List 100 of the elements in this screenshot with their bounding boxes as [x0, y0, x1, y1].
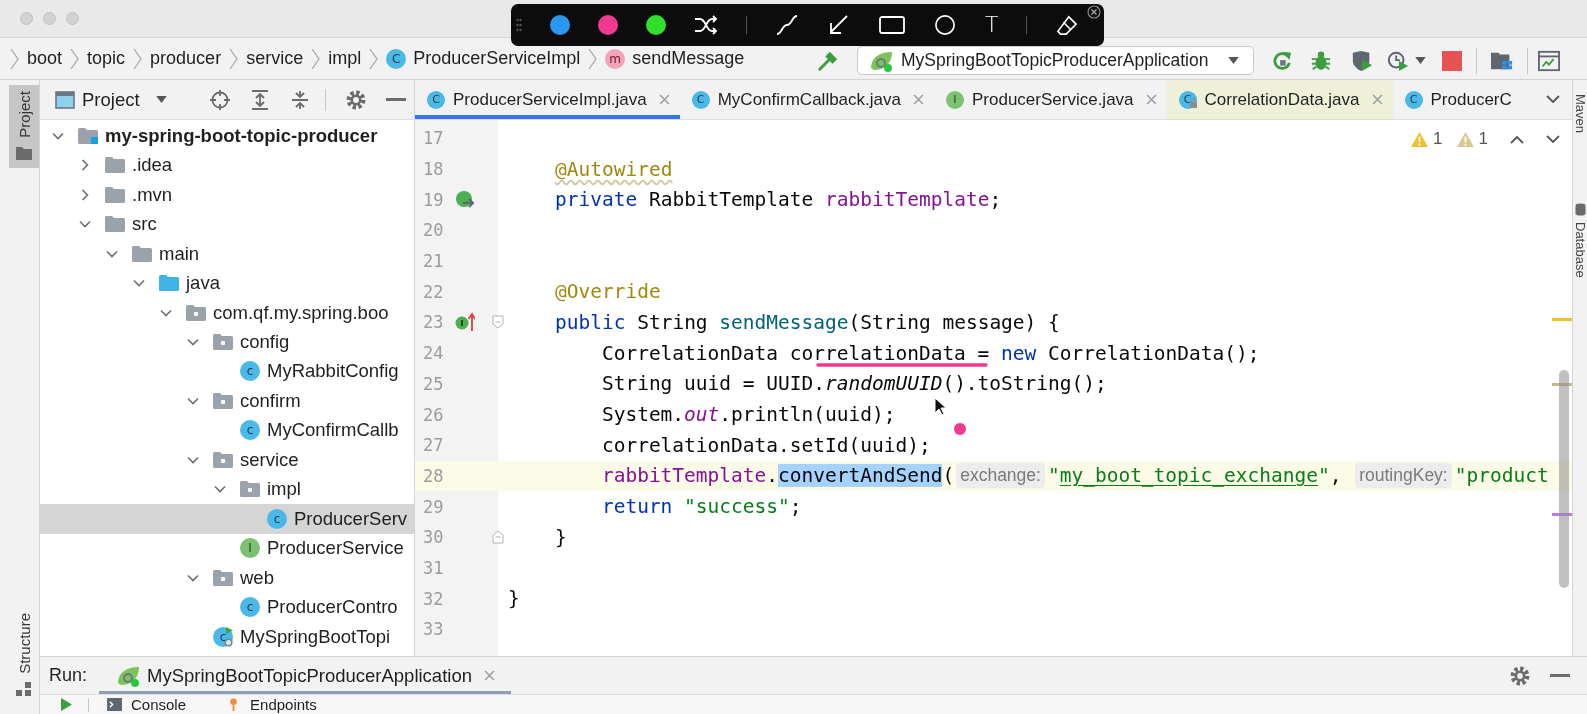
coverage-shield-icon[interactable] — [1351, 49, 1373, 72]
tool-window-tab[interactable]: Maven — [1573, 94, 1587, 134]
editor-tab[interactable]: C CorrelationData.java — [1166, 80, 1393, 119]
tree-item[interactable]: c MySpringBootTopi — [40, 621, 414, 652]
circle-icon[interactable] — [933, 15, 957, 35]
weak-warning-count[interactable]: 1 — [1456, 129, 1488, 149]
breadcrumb-item[interactable]: topic — [87, 48, 126, 69]
run-tab[interactable]: MySpringBootTopicProducerApplication — [99, 657, 511, 694]
warning-count[interactable]: 1 — [1411, 129, 1443, 149]
rerun-icon[interactable] — [1271, 49, 1293, 72]
breadcrumb-item[interactable]: producer — [150, 48, 222, 69]
hammer-icon[interactable] — [817, 49, 839, 72]
eraser-icon[interactable] — [1055, 15, 1080, 35]
tree-item[interactable]: impl — [40, 474, 414, 505]
rectangle-icon[interactable] — [879, 16, 905, 34]
tree-item[interactable]: .idea — [40, 150, 414, 180]
folder-icon — [16, 145, 32, 160]
breadcrumb-item[interactable]: C ProducerServiceImpl — [386, 48, 581, 69]
stop-icon[interactable] — [1442, 50, 1462, 71]
project-view-dropdown[interactable]: Project — [55, 88, 167, 111]
fold-start-icon[interactable] — [492, 315, 504, 330]
pen-dot — [954, 423, 966, 435]
tree-item[interactable]: src — [40, 209, 414, 239]
implements-icon[interactable] — [455, 312, 475, 333]
crosshair-icon[interactable] — [209, 89, 230, 110]
collapse-all-icon[interactable] — [289, 89, 310, 110]
chevron-down-icon[interactable] — [187, 336, 199, 348]
shuffle-icon[interactable] — [694, 15, 718, 35]
tree-item[interactable]: c ProducerServ — [40, 504, 414, 534]
code-text: rabbitTemplate.convertAndSend( exchange: "my_boot_topic_exchange", routingKey: "product — [600, 463, 1549, 489]
chevron-right-icon[interactable] — [79, 188, 91, 201]
tree-item[interactable]: c MyConfirmCallb — [40, 415, 414, 446]
breadcrumb-item[interactable]: m sendMessage — [605, 48, 745, 69]
drag-handle-icon[interactable] — [516, 18, 522, 32]
window-icon — [55, 90, 75, 109]
close-icon[interactable] — [1087, 5, 1101, 19]
curve-pen-icon[interactable] — [775, 15, 799, 35]
run-label: Run: — [49, 665, 88, 686]
line-number: 26 — [422, 404, 445, 425]
code-text: private RabbitTemplate rabbitTemplate; — [553, 188, 1002, 212]
run-icon[interactable] — [61, 698, 72, 711]
line-number: 24 — [422, 343, 445, 364]
code-text: CorrelationData correlationData = new CorrelationData(); — [600, 341, 1260, 365]
tree-item[interactable]: web — [40, 563, 414, 593]
chevron-down-icon[interactable] — [1546, 134, 1560, 144]
editor-tab[interactable]: C MyConfirmCallback.java — [679, 80, 934, 119]
spring-boot-app-icon — [117, 664, 142, 687]
tool-window-tab[interactable]: Project — [9, 85, 39, 168]
run-subtab[interactable]: Console — [107, 696, 187, 713]
breadcrumb-item[interactable]: boot — [27, 48, 63, 69]
pen-color-icon[interactable] — [646, 15, 666, 35]
tree-item[interactable]: main — [40, 238, 414, 269]
tree-item[interactable]: com.qf.my.spring.boo — [40, 297, 414, 328]
settings-icon[interactable] — [345, 89, 366, 110]
chevron-right-icon — [70, 47, 80, 70]
run-subtab[interactable]: Endpoints — [226, 696, 317, 713]
tree-item[interactable]: confirm — [40, 386, 414, 416]
minimize-icon[interactable] — [1550, 673, 1570, 678]
chevron-down-icon[interactable] — [1546, 95, 1560, 104]
expand-all-icon[interactable] — [249, 89, 270, 110]
text-tool-button[interactable]: T — [985, 14, 999, 36]
editor-tab[interactable]: C ProducerServiceImpl.java — [415, 80, 680, 119]
pen-color-icon[interactable] — [598, 15, 618, 35]
line-number: 22 — [422, 281, 445, 302]
window-chart-icon[interactable] — [1538, 49, 1560, 72]
arrow-icon[interactable] — [827, 15, 851, 35]
chevron-right-icon — [10, 47, 19, 70]
weak-warning-icon — [1456, 131, 1474, 147]
line-number: 31 — [422, 557, 445, 578]
tool-window-tab[interactable]: Structure — [9, 607, 39, 714]
breadcrumb-item[interactable]: service — [246, 48, 304, 69]
tree-item[interactable]: I ProducerService — [40, 533, 414, 564]
editor-tab[interactable]: C ProducerC — [1392, 80, 1522, 119]
breadcrumb-item[interactable]: impl — [328, 48, 362, 69]
tree-item[interactable]: my-spring-boot-topic-producer — [40, 121, 414, 151]
run-configuration-dropdown[interactable]: MySpringBootTopicProducerApplication — [857, 46, 1254, 75]
class-icon: c — [240, 361, 260, 382]
tree-item[interactable]: java — [40, 268, 414, 298]
chevron-right-icon[interactable] — [79, 159, 91, 172]
tree-item[interactable]: c ProducerContro — [40, 592, 414, 622]
spring-bean-icon[interactable] — [455, 189, 475, 210]
scrollbar-thumb[interactable] — [1559, 370, 1569, 588]
profiler-clock-icon[interactable] — [1387, 49, 1409, 72]
chevron-up-icon[interactable] — [1510, 134, 1524, 144]
tree-item[interactable]: config — [40, 327, 414, 357]
tree-item[interactable]: .mvn — [40, 179, 414, 210]
line-number: 28 — [422, 465, 445, 486]
settings-icon[interactable] — [1510, 665, 1530, 686]
chevron-right-icon — [311, 47, 321, 70]
caret-icon[interactable] — [1415, 57, 1426, 64]
debug-bug-icon[interactable] — [1310, 49, 1332, 72]
editor-tab[interactable]: I ProducerService.java — [934, 80, 1167, 119]
tree-item[interactable]: c MyRabbitConfig — [40, 356, 414, 387]
tree-item[interactable]: service — [40, 445, 414, 475]
method-icon: m — [605, 48, 626, 69]
interface-icon: I — [946, 90, 964, 109]
tool-window-tab[interactable]: Database — [1573, 203, 1587, 278]
spring-boot-app-icon — [870, 49, 894, 72]
line-number: 30 — [422, 527, 445, 548]
pen-color-icon[interactable] — [550, 15, 570, 35]
